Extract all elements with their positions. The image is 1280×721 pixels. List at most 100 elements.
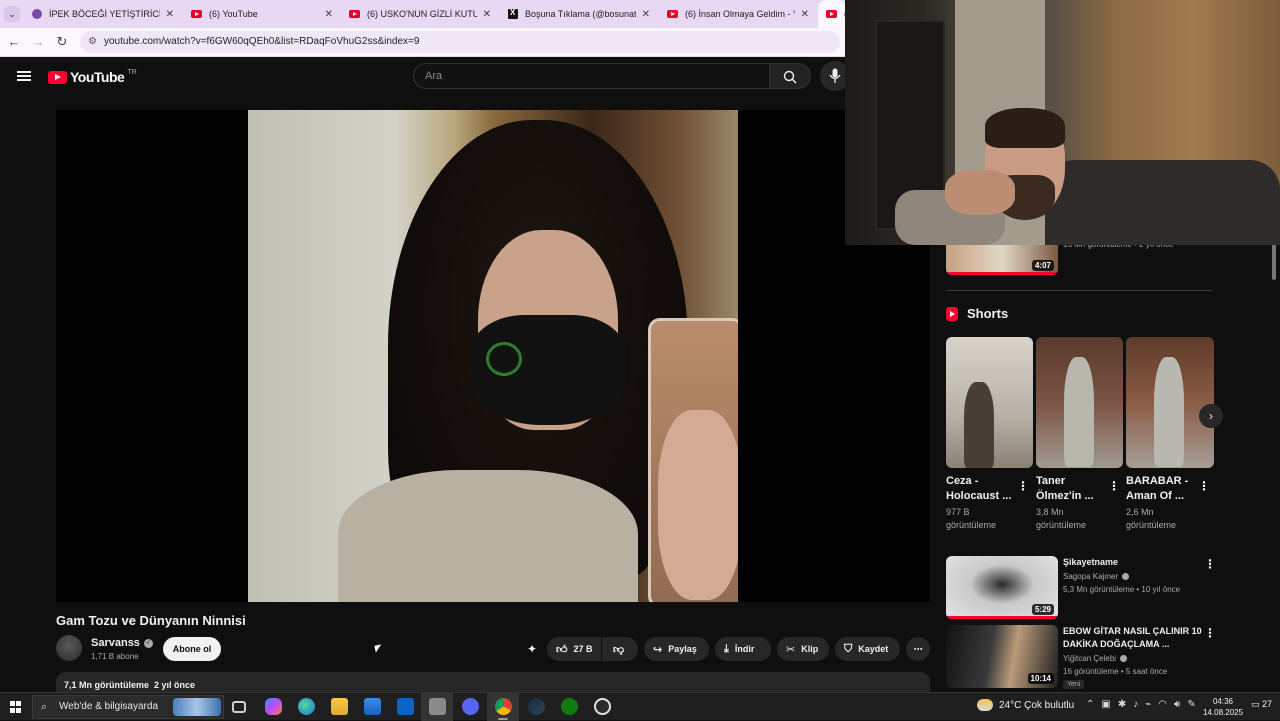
short-views: 2,6 Mn görüntüleme xyxy=(1126,506,1206,532)
youtube-icon xyxy=(667,10,678,18)
more-vertical-icon[interactable]: ⋮ xyxy=(1108,480,1120,492)
outlook-icon[interactable] xyxy=(397,698,414,715)
store-icon[interactable] xyxy=(364,698,381,715)
more-vertical-icon[interactable]: ⋮ xyxy=(1204,627,1216,639)
short-thumbnail[interactable] xyxy=(1036,337,1123,468)
channel-avatar[interactable] xyxy=(56,635,82,661)
upload-age: 2 yıl önce xyxy=(154,680,196,690)
tab-search-button[interactable]: ⌄ xyxy=(4,6,20,22)
network-icon[interactable]: ▣ xyxy=(1101,699,1110,710)
verified-icon: ✓ xyxy=(143,638,153,648)
more-vertical-icon[interactable]: ⋮ xyxy=(1017,480,1029,492)
channel-name[interactable]: Sarvanss ✓ xyxy=(91,637,153,649)
weather-widget[interactable]: 24°C Çok bulutlu xyxy=(977,699,1074,711)
subscriber-count: 1,71 B abone xyxy=(91,652,139,661)
usb-icon[interactable]: ⌁ xyxy=(1145,699,1151,710)
share-button[interactable]: ↪ Paylaş xyxy=(644,637,709,661)
short-thumbnail[interactable] xyxy=(946,337,1033,468)
forward-arrow-icon[interactable]: → xyxy=(30,34,46,50)
share-label: Paylaş xyxy=(668,644,697,654)
tab-close-icon[interactable]: ✕ xyxy=(801,9,809,20)
taskbar-search-input[interactable]: ⌕ Web'de & bilgisayarda xyxy=(32,695,224,719)
tab-close-icon[interactable]: ✕ xyxy=(325,9,333,20)
video-title-line: DAKİKA DOĞAÇLAMA ... xyxy=(1063,639,1170,649)
tab-title: Boşuna Tıklama (@bosunatikla xyxy=(525,9,636,19)
short-title[interactable]: Ceza - Holocaust ... xyxy=(946,474,1018,504)
subscribe-button[interactable]: Abone ol xyxy=(163,637,221,661)
video-duration: 4:07 xyxy=(1031,260,1054,271)
tab-close-icon[interactable]: ✕ xyxy=(642,9,650,20)
search-button[interactable] xyxy=(769,63,811,89)
dislike-button[interactable]: 👎︎ xyxy=(602,637,638,661)
related-video-title[interactable]: EBOW GİTAR NASIL ÇALINIR 10 DAKİKA DOĞAÇ… xyxy=(1063,625,1203,651)
notification-icon: ▭ xyxy=(1251,699,1260,709)
task-view-icon[interactable] xyxy=(232,701,246,713)
file-explorer-icon[interactable] xyxy=(331,698,348,715)
browser-tab-active[interactable]: ( xyxy=(818,0,847,28)
like-button[interactable]: 👍︎ 27 B xyxy=(547,637,601,661)
discord-icon[interactable] xyxy=(462,698,479,715)
app-icon[interactable] xyxy=(429,698,446,715)
system-clock[interactable]: 04:36 14.08.2025 xyxy=(1203,696,1243,718)
browser-tab-2[interactable]: (6) YouTube ✕ xyxy=(183,0,341,28)
browser-tab-4[interactable]: Boşuna Tıklama (@bosunatikla ✕ xyxy=(500,0,658,28)
menu-icon[interactable] xyxy=(17,71,31,81)
related-video-title[interactable]: Şikayetname xyxy=(1063,556,1203,569)
related-video-meta: 5,3 Mn görüntüleme • 10 yıl önce xyxy=(1063,585,1181,594)
address-bar[interactable]: ⚙ youtube.com/watch?v=f6GW60qQEh0&list=R… xyxy=(80,31,840,53)
related-video-thumbnail[interactable]: 5:29 xyxy=(946,556,1058,619)
related-video-channel[interactable]: Yiğitcan Çelebi xyxy=(1063,654,1128,663)
x-icon xyxy=(508,8,518,19)
site-info-icon[interactable]: ⚙ xyxy=(88,31,97,53)
video-duration: 10:14 xyxy=(1027,673,1054,684)
chevron-right-icon[interactable]: › xyxy=(1199,404,1223,428)
steam-icon[interactable] xyxy=(528,698,545,715)
description-box[interactable]: 7,1 Mn görüntüleme 2 yıl önce xyxy=(56,672,930,692)
related-video-thumbnail[interactable]: 10:14 xyxy=(946,625,1058,688)
back-arrow-icon[interactable]: ← xyxy=(6,34,22,50)
chrome-icon[interactable] xyxy=(495,698,512,715)
verified-icon xyxy=(1120,655,1128,662)
pen-icon[interactable]: ✎ xyxy=(1187,699,1195,710)
tab-close-icon[interactable]: ✕ xyxy=(483,9,491,20)
download-button[interactable]: ⤓ İndir xyxy=(715,637,771,661)
windows-start-icon[interactable] xyxy=(10,701,22,713)
reload-icon[interactable]: ↻ xyxy=(54,34,70,50)
obs-icon[interactable] xyxy=(594,698,611,715)
related-video-thumbnail[interactable]: 4:07 xyxy=(946,244,1058,275)
more-actions-button[interactable]: ⋯ xyxy=(906,637,930,661)
tab-close-icon[interactable]: ✕ xyxy=(166,9,174,20)
webcam-person-hand xyxy=(945,170,1015,215)
save-button[interactable]: ⛉ Kaydet xyxy=(835,637,900,661)
ask-ai-icon[interactable]: ✦ xyxy=(527,642,541,656)
microphone-icon[interactable]: ♪ xyxy=(1133,699,1138,710)
youtube-logo[interactable]: YouTube TR xyxy=(48,69,137,85)
video-title-line: Şikayetname xyxy=(1063,557,1119,567)
more-vertical-icon[interactable]: ⋮ xyxy=(1204,558,1216,570)
copilot-icon[interactable] xyxy=(265,698,282,715)
video-player[interactable] xyxy=(56,110,930,602)
browser-tab-3[interactable]: (6) USKO'NUN GİZLİ KUTUSU A ✕ xyxy=(341,0,499,28)
more-vertical-icon[interactable]: ⋮ xyxy=(1198,480,1210,492)
tab-title: (6) İnsan Olmaya Geldim - YouT xyxy=(685,9,795,19)
browser-tab-5[interactable]: (6) İnsan Olmaya Geldim - YouT ✕ xyxy=(659,0,817,28)
short-title[interactable]: BARABAR - Aman Of ... xyxy=(1126,474,1198,504)
youtube-icon xyxy=(826,10,837,18)
search-input[interactable]: Ara xyxy=(413,63,770,89)
xbox-icon[interactable] xyxy=(561,698,578,715)
clip-button[interactable]: ✂ Klip xyxy=(777,637,829,661)
youtube-play-icon xyxy=(48,70,67,84)
wifi-icon[interactable]: ◠ xyxy=(1158,699,1167,710)
chevron-up-icon[interactable]: ⌃ xyxy=(1086,699,1094,710)
youtube-icon xyxy=(349,10,360,18)
bluetooth-icon[interactable]: ✱ xyxy=(1118,699,1126,710)
related-video-channel[interactable]: Sagopa Kajmer xyxy=(1063,572,1130,581)
short-thumbnail[interactable] xyxy=(1126,337,1214,468)
short-title-line: Holocaust ... xyxy=(946,490,1012,502)
notification-center[interactable]: ▭ 27 xyxy=(1251,699,1272,710)
edge-icon[interactable] xyxy=(298,698,315,715)
browser-tab-1[interactable]: İPEK BÖCEĞİ YETİŞTİRİCİLİĞİ YA ✕ xyxy=(24,0,182,28)
short-figure xyxy=(1064,357,1094,467)
volume-icon[interactable]: 🔊︎ xyxy=(1174,699,1180,710)
short-title[interactable]: Taner Ölmez'in ... xyxy=(1036,474,1108,504)
